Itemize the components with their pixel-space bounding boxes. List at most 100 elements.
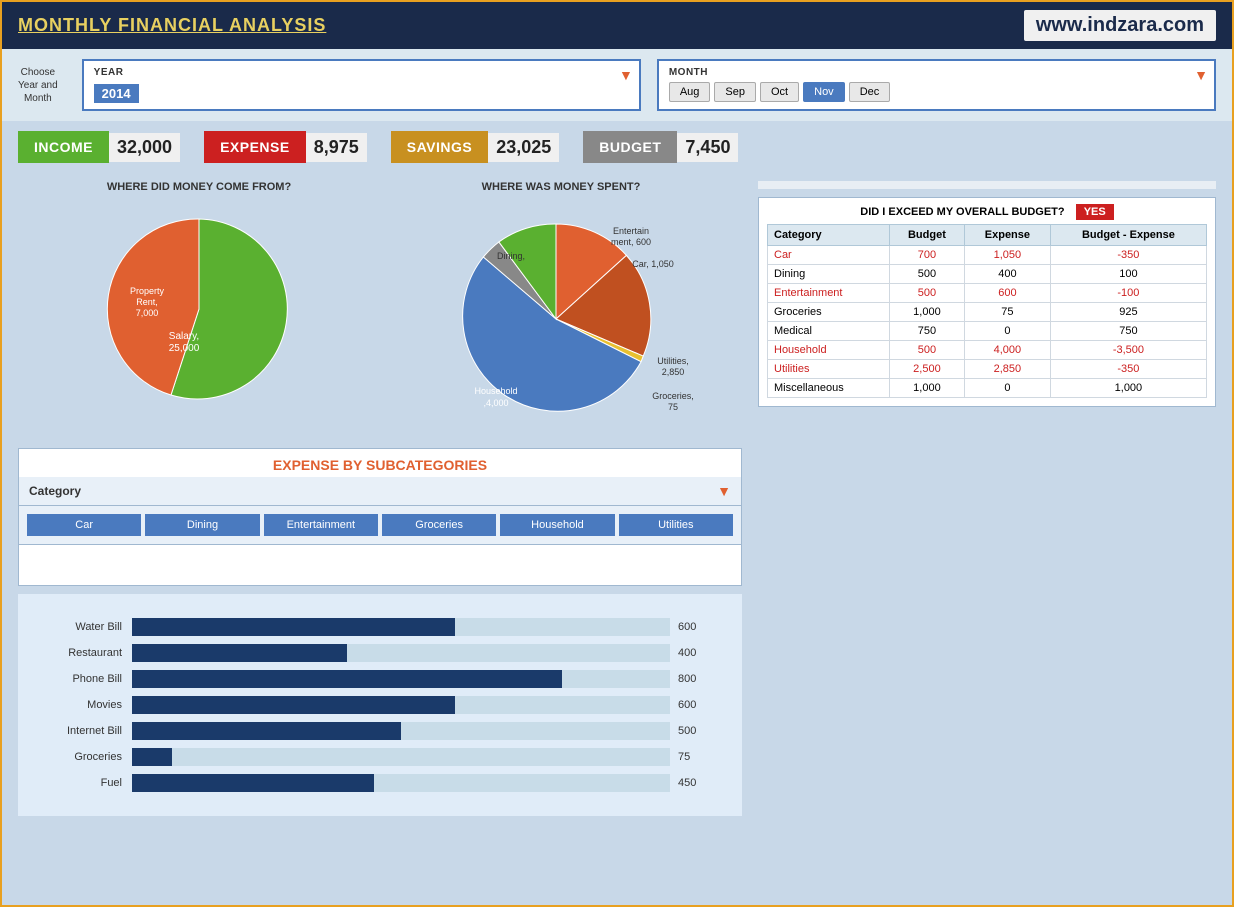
controls-row: ChooseYear andMonth YEAR ▼ 2014 MONTH ▼ … bbox=[2, 49, 1232, 121]
cat-btn-dining[interactable]: Dining bbox=[145, 514, 259, 536]
expense-chart-title: WHERE WAS MONEY SPENT? bbox=[380, 181, 742, 193]
col-header-category: Category bbox=[768, 225, 890, 246]
bar-label-waterbill: Water Bill bbox=[42, 621, 132, 633]
choose-label: ChooseYear andMonth bbox=[18, 66, 58, 105]
budget-value: 7,450 bbox=[677, 133, 738, 162]
svg-text:Dining,: Dining, bbox=[497, 251, 525, 261]
savings-label: SAVINGS bbox=[391, 131, 488, 163]
expense-chart-box: WHERE WAS MONEY SPENT? bbox=[380, 181, 742, 432]
col-header-diff: Budget - Expense bbox=[1050, 225, 1206, 246]
budget-yes-badge: YES bbox=[1076, 204, 1114, 220]
app-title: MONTHLY FINANCIAL ANALYSIS bbox=[18, 15, 326, 36]
budget-row-budget: 700 bbox=[889, 246, 964, 265]
charts-row: WHERE DID MONEY COME FROM? Salary, 25,00 bbox=[10, 173, 750, 440]
budget-row-budget: 750 bbox=[889, 322, 964, 341]
svg-text:75: 75 bbox=[668, 402, 678, 412]
income-pie-chart: Salary, 25,000 Property Rent, 7,000 bbox=[89, 199, 309, 419]
budget-row-expense: 4,000 bbox=[964, 341, 1050, 360]
col-header-expense: Expense bbox=[964, 225, 1050, 246]
right-panel: DID I EXCEED MY OVERALL BUDGET? YES Cate… bbox=[750, 173, 1224, 824]
cat-btn-car[interactable]: Car bbox=[27, 514, 141, 536]
svg-text:25,000: 25,000 bbox=[169, 343, 200, 354]
bar-label-phonebill: Phone Bill bbox=[42, 673, 132, 685]
budget-question: DID I EXCEED MY OVERALL BUDGET? YES bbox=[767, 206, 1207, 218]
left-panel: WHERE DID MONEY COME FROM? Salary, 25,00 bbox=[10, 173, 750, 824]
bar-fill-internetbill bbox=[132, 722, 401, 740]
budget-row-category: Utilities bbox=[768, 360, 890, 379]
month-oct[interactable]: Oct bbox=[760, 82, 799, 102]
budget-row-category: Dining bbox=[768, 265, 890, 284]
bar-row-phonebill: Phone Bill 800 bbox=[42, 670, 718, 688]
budget-row-diff: -3,500 bbox=[1050, 341, 1206, 360]
expense-pie-chart: Entertain ment, 600 Car, 1,050 Utilities… bbox=[401, 199, 721, 429]
budget-top-bar bbox=[758, 181, 1216, 189]
category-header-label: Category bbox=[29, 484, 81, 498]
expense-subcategory-title: EXPENSE BY SUBCATEGORIES bbox=[19, 449, 741, 477]
svg-text:ment, 600: ment, 600 bbox=[611, 237, 651, 247]
subcategory-section: EXPENSE BY SUBCATEGORIES Category ▼ Car … bbox=[18, 448, 742, 586]
bar-label-internetbill: Internet Bill bbox=[42, 725, 132, 737]
bar-value-restaurant: 400 bbox=[678, 647, 718, 659]
budget-row-expense: 0 bbox=[964, 322, 1050, 341]
bar-fill-movies bbox=[132, 696, 455, 714]
budget-row-expense: 400 bbox=[964, 265, 1050, 284]
income-chart-title: WHERE DID MONEY COME FROM? bbox=[18, 181, 380, 193]
cat-btn-utilities[interactable]: Utilities bbox=[619, 514, 733, 536]
budget-row-category: Groceries bbox=[768, 303, 890, 322]
budget-row-budget: 500 bbox=[889, 265, 964, 284]
bar-track-fuel bbox=[132, 774, 670, 792]
expense-label: EXPENSE bbox=[204, 131, 306, 163]
budget-row-expense: 0 bbox=[964, 379, 1050, 398]
subcategory-filter-icon[interactable]: ▼ bbox=[717, 483, 731, 499]
svg-text:Utilities,: Utilities, bbox=[657, 356, 689, 366]
svg-text:Salary,: Salary, bbox=[169, 331, 199, 342]
svg-text:,4,000: ,4,000 bbox=[483, 398, 508, 408]
budget-row-category: Miscellaneous bbox=[768, 379, 890, 398]
bar-label-restaurant: Restaurant bbox=[42, 647, 132, 659]
budget-row-diff: 100 bbox=[1050, 265, 1206, 284]
budget-row-category: Entertainment bbox=[768, 284, 890, 303]
bar-value-internetbill: 500 bbox=[678, 725, 718, 737]
month-aug[interactable]: Aug bbox=[669, 82, 711, 102]
budget-row-expense: 75 bbox=[964, 303, 1050, 322]
bar-value-movies: 600 bbox=[678, 699, 718, 711]
budget-question-text: DID I EXCEED MY OVERALL BUDGET? bbox=[860, 206, 1064, 218]
svg-text:Groceries,: Groceries, bbox=[652, 391, 694, 401]
bar-track-internetbill bbox=[132, 722, 670, 740]
budget-row-diff: -350 bbox=[1050, 360, 1206, 379]
bar-value-phonebill: 800 bbox=[678, 673, 718, 685]
month-sep[interactable]: Sep bbox=[714, 82, 756, 102]
income-chart-box: WHERE DID MONEY COME FROM? Salary, 25,00 bbox=[18, 181, 380, 432]
budget-table: Category Budget Expense Budget - Expense… bbox=[767, 224, 1207, 398]
svg-text:Car, 1,050: Car, 1,050 bbox=[632, 259, 674, 269]
bar-value-groceries: 75 bbox=[678, 751, 718, 763]
month-filter-icon[interactable]: ▼ bbox=[1194, 67, 1208, 83]
summary-row: INCOME 32,000 EXPENSE 8,975 SAVINGS 23,0… bbox=[2, 121, 1232, 173]
bar-fill-fuel bbox=[132, 774, 374, 792]
budget-row-category: Household bbox=[768, 341, 890, 360]
month-nov[interactable]: Nov bbox=[803, 82, 845, 102]
cat-btn-entertainment[interactable]: Entertainment bbox=[264, 514, 378, 536]
app-container: MONTHLY FINANCIAL ANALYSIS www.indzara.c… bbox=[0, 0, 1234, 907]
budget-row-category: Medical bbox=[768, 322, 890, 341]
year-control: YEAR ▼ 2014 bbox=[82, 59, 641, 111]
savings-value: 23,025 bbox=[488, 133, 559, 162]
year-filter-icon[interactable]: ▼ bbox=[619, 67, 633, 83]
year-value[interactable]: 2014 bbox=[94, 84, 139, 103]
cat-btn-groceries[interactable]: Groceries bbox=[382, 514, 496, 536]
main-content: WHERE DID MONEY COME FROM? Salary, 25,00 bbox=[2, 173, 1232, 824]
month-dec[interactable]: Dec bbox=[849, 82, 891, 102]
budget-row-budget: 1,000 bbox=[889, 379, 964, 398]
bar-track-movies bbox=[132, 696, 670, 714]
cat-btn-household[interactable]: Household bbox=[500, 514, 614, 536]
bar-track-waterbill bbox=[132, 618, 670, 636]
income-label: INCOME bbox=[18, 131, 109, 163]
svg-text:Rent,: Rent, bbox=[136, 297, 158, 307]
bar-row-restaurant: Restaurant 400 bbox=[42, 644, 718, 662]
budget-row-expense: 2,850 bbox=[964, 360, 1050, 379]
bar-value-waterbill: 600 bbox=[678, 621, 718, 633]
budget-row-diff: -350 bbox=[1050, 246, 1206, 265]
bar-row-fuel: Fuel 450 bbox=[42, 774, 718, 792]
svg-text:Entertain: Entertain bbox=[613, 226, 649, 236]
income-value: 32,000 bbox=[109, 133, 180, 162]
